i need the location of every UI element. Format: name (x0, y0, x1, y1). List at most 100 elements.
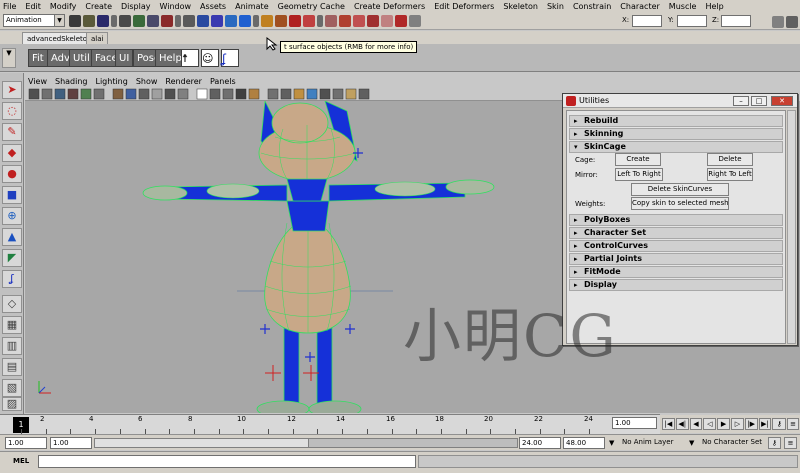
relative-transform-icon[interactable] (409, 14, 421, 27)
go-to-start-icon[interactable]: |◀ (662, 418, 675, 430)
menu-skeleton[interactable]: Skeleton (503, 2, 538, 11)
utilities-titlebar[interactable]: Utilities – □ ✕ (563, 94, 797, 108)
command-input[interactable] (38, 455, 416, 468)
ipr-render-icon[interactable] (289, 14, 301, 27)
menu-create-deformers[interactable]: Create Deformers (354, 2, 425, 11)
render-view-icon[interactable] (395, 14, 407, 27)
snap-grid-icon[interactable] (183, 14, 195, 27)
frame-skinning[interactable]: Skinning (569, 128, 783, 140)
channel-toggle-icon[interactable] (786, 16, 798, 28)
channel-box-icon[interactable] (353, 14, 365, 27)
panel-tool-icon[interactable] (151, 88, 163, 100)
delete-skincurves-button[interactable]: Delete SkinCurves (631, 183, 729, 196)
snap-view-plane-icon[interactable] (225, 14, 237, 27)
panel-tool-icon[interactable] (138, 88, 150, 100)
panel-menu-shading[interactable]: Shading (55, 77, 88, 86)
range-slider-thumb[interactable] (95, 439, 309, 447)
render-current-icon[interactable] (275, 14, 287, 27)
frame-controlcurves[interactable]: ControlCurves (569, 240, 783, 252)
menu-modify[interactable]: Modify (50, 2, 77, 11)
advanced-skeleton-logo-icon[interactable]: ʆ (221, 49, 239, 67)
layout-two-icon[interactable]: ▥ (2, 337, 22, 355)
open-scene-icon[interactable] (83, 14, 95, 27)
paint-select-icon[interactable]: ✎ (2, 123, 22, 141)
panel-tool-icon[interactable] (280, 88, 292, 100)
show-manipulator-icon[interactable]: ◤ (2, 249, 22, 267)
key-icon[interactable]: ⚷ (772, 418, 787, 430)
menu-animate[interactable]: Animate (235, 2, 269, 11)
make-live-icon[interactable] (239, 14, 251, 27)
panel-tool-icon[interactable] (177, 88, 189, 100)
layout-graph-icon[interactable]: ▧ (2, 379, 22, 397)
panel-tool-icon[interactable] (209, 88, 221, 100)
end-time-field[interactable]: 48.00 (563, 437, 605, 449)
panel-tool-icon[interactable] (41, 88, 53, 100)
panel-menu-view[interactable]: View (28, 77, 47, 86)
menu-character[interactable]: Character (620, 2, 660, 11)
select-object-icon[interactable] (133, 14, 145, 27)
shelf-menu-icon[interactable]: ▼ (2, 48, 16, 68)
menu-assets[interactable]: Assets (200, 2, 226, 11)
z-field[interactable] (721, 15, 751, 27)
layout-outliner-icon[interactable]: ▤ (2, 358, 22, 376)
move-tool-icon[interactable]: ◆ (2, 144, 22, 162)
snap-point-icon[interactable] (211, 14, 223, 27)
panel-tool-icon[interactable] (93, 88, 105, 100)
left-to-right-button[interactable]: Left To Right (615, 168, 663, 181)
panel-tool-icon[interactable] (319, 88, 331, 100)
mask-icon[interactable] (161, 14, 173, 27)
y-field[interactable] (677, 15, 707, 27)
new-scene-icon[interactable] (69, 14, 81, 27)
menu-help[interactable]: Help (705, 2, 723, 11)
play-forward-icon[interactable]: ▶ (717, 418, 730, 430)
character-set-selector[interactable]: No Character Set (700, 437, 766, 449)
panel-tool-icon[interactable] (125, 88, 137, 100)
menu-edit-deformers[interactable]: Edit Deformers (434, 2, 494, 11)
preferences-icon[interactable]: ≡ (784, 437, 797, 449)
panel-menu-lighting[interactable]: Lighting (95, 77, 127, 86)
shelf-fit-button[interactable]: Fit (28, 49, 48, 67)
right-to-left-button[interactable]: Right To Left (707, 168, 753, 181)
panel-tool-icon[interactable] (28, 88, 40, 100)
layer-editor-icon[interactable] (367, 14, 379, 27)
shelf-ui-button[interactable]: UI (115, 49, 134, 67)
frame-polyboxes[interactable]: PolyBoxes (569, 214, 783, 226)
panel-tool-icon[interactable] (267, 88, 279, 100)
soft-mod-tool-icon[interactable]: ▲ (2, 228, 22, 246)
history-icon[interactable] (261, 14, 273, 27)
panel-tool-icon[interactable] (358, 88, 370, 100)
panel-tool-icon[interactable] (80, 88, 92, 100)
panel-tool-icon[interactable] (345, 88, 357, 100)
stick-figure-icon[interactable]: ☨ (181, 49, 199, 67)
x-field[interactable] (632, 15, 662, 27)
anim-layer-selector[interactable]: No Anim Layer (620, 437, 698, 449)
panel-tool-icon[interactable] (235, 88, 247, 100)
step-forward-key-icon[interactable]: |▶ (744, 418, 758, 430)
frame-character-set[interactable]: Character Set (569, 227, 783, 239)
menu-muscle[interactable]: Muscle (669, 2, 697, 11)
panel-tool-icon[interactable] (67, 88, 79, 100)
current-frame-field[interactable]: 1.00 (612, 417, 657, 429)
panel-tool-icon[interactable] (306, 88, 318, 100)
step-back-key-icon[interactable]: ◀| (675, 418, 689, 430)
start-time-field[interactable]: 1.00 (5, 437, 47, 449)
menu-geometry-cache[interactable]: Geometry Cache (278, 2, 345, 11)
scale-tool-icon[interactable]: ■ (2, 186, 22, 204)
frame-partial-joints[interactable]: Partial Joints (569, 253, 783, 265)
layout-custom-icon[interactable]: ▨ (2, 397, 22, 411)
panel-menu-renderer[interactable]: Renderer (165, 77, 202, 86)
panel-menu-show[interactable]: Show (136, 77, 158, 86)
save-scene-icon[interactable] (97, 14, 109, 27)
lasso-tool-icon[interactable]: ◌ (2, 102, 22, 120)
menu-create[interactable]: Create (85, 2, 112, 11)
frame-rebuild[interactable]: Rebuild (569, 115, 783, 127)
panel-tool-icon[interactable] (54, 88, 66, 100)
menu-file[interactable]: File (3, 2, 16, 11)
manipulator-tool-icon[interactable]: ⊕ (2, 207, 22, 225)
menu-display[interactable]: Display (121, 2, 151, 11)
attribute-editor-icon[interactable] (325, 14, 337, 27)
layout-four-icon[interactable]: ▦ (2, 316, 22, 334)
panel-menu-panels[interactable]: Panels (210, 77, 236, 86)
shelf-tab-alai[interactable]: alai (86, 32, 109, 44)
panel-tool-icon[interactable] (164, 88, 176, 100)
